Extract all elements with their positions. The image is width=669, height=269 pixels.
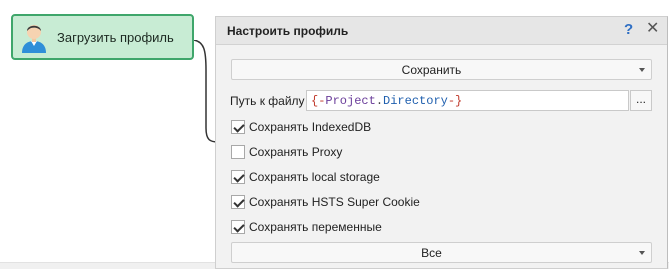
help-icon[interactable]: ?: [624, 22, 633, 38]
option-label: Сохранять local storage: [249, 170, 380, 184]
configure-profile-panel: Настроить профиль ? ✕ Сохранить Путь к ф…: [215, 16, 668, 269]
path-brace-open: {-: [311, 94, 326, 108]
option-proxy[interactable]: Сохранять Proxy: [231, 144, 342, 160]
checkbox-local-storage[interactable]: [231, 170, 245, 184]
action-dropdown-value: Сохранить: [401, 63, 462, 77]
browse-button[interactable]: ...: [630, 90, 652, 111]
checkbox-hsts[interactable]: [231, 195, 245, 209]
option-label: Сохранять переменные: [249, 220, 382, 234]
chevron-down-icon: [639, 251, 645, 255]
panel-header: Настроить профиль ? ✕: [216, 17, 667, 45]
path-brace-close: -}: [447, 94, 463, 108]
checkbox-proxy[interactable]: [231, 145, 245, 159]
path-directory-token: Directory: [383, 94, 448, 108]
variables-dropdown-value: Все: [421, 246, 442, 260]
option-label: Сохранять Proxy: [249, 145, 343, 159]
action-dropdown[interactable]: Сохранить: [231, 59, 652, 80]
load-profile-node[interactable]: Загрузить профиль: [11, 14, 194, 60]
variables-dropdown[interactable]: Все: [231, 242, 652, 263]
close-icon[interactable]: ✕: [646, 21, 659, 37]
path-project-token: Project: [325, 94, 376, 108]
node-label: Загрузить профиль: [57, 29, 174, 45]
user-avatar-icon: [22, 25, 46, 53]
chevron-down-icon: [639, 68, 645, 72]
file-path-label: Путь к файлу: [230, 94, 305, 108]
panel-title: Настроить профиль: [227, 24, 349, 38]
option-label: Сохранять IndexedDB: [249, 120, 372, 134]
path-dot: .: [375, 94, 384, 108]
file-path-input[interactable]: {-Project.Directory-}: [306, 90, 629, 111]
checkbox-variables[interactable]: [231, 220, 245, 234]
checkbox-indexeddb[interactable]: [231, 120, 245, 134]
option-local-storage[interactable]: Сохранять local storage: [231, 169, 380, 185]
option-label: Сохранять HSTS Super Cookie: [249, 195, 420, 209]
option-indexeddb[interactable]: Сохранять IndexedDB: [231, 119, 371, 135]
option-hsts[interactable]: Сохранять HSTS Super Cookie: [231, 194, 420, 210]
option-variables[interactable]: Сохранять переменные: [231, 219, 382, 235]
